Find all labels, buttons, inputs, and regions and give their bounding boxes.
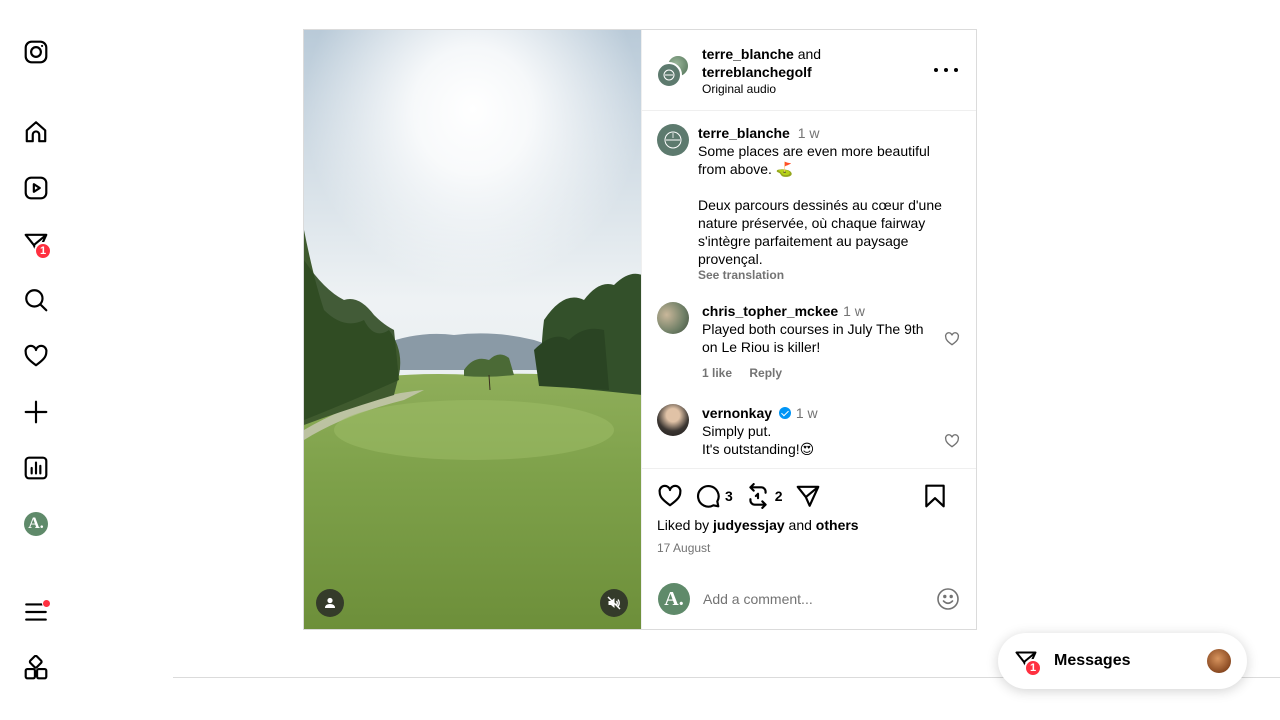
caption-text-1: Some places are even more beautiful from… <box>698 143 930 177</box>
liked-by-user-link[interactable]: judyessjay <box>713 517 785 533</box>
liked-by-joiner: and <box>788 517 812 533</box>
messages-label: Messages <box>1054 652 1131 669</box>
audio-link[interactable]: Original audio <box>702 81 821 98</box>
post-header: terre_blanche and terreblanchegolf Origi… <box>642 30 976 111</box>
messages-badge: 1 <box>1024 659 1042 677</box>
recent-contact-avatar <box>1207 649 1231 673</box>
comment-bubble-icon <box>697 485 720 508</box>
bookmark-icon <box>925 484 945 508</box>
caption-time[interactable]: 1 w <box>798 125 820 141</box>
collab-avatars[interactable] <box>656 54 692 90</box>
also-from-meta-icon[interactable] <box>22 654 50 682</box>
share-button[interactable] <box>795 483 821 509</box>
terre-blanche-logo-icon <box>664 131 682 149</box>
send-paper-plane-icon <box>796 485 819 507</box>
profile-avatar: A. <box>24 512 48 536</box>
person-icon <box>325 597 335 608</box>
caption-text-2: Deux parcours dessinés au cœur d'une nat… <box>698 197 942 267</box>
tagged-people-button[interactable] <box>316 589 344 617</box>
add-comment-bar: A. <box>642 569 976 629</box>
dot-2 <box>944 68 948 72</box>
comments-section: terre_blanche 1 w Some places are even m… <box>642 111 976 468</box>
comment-time[interactable]: 1 w <box>843 303 865 319</box>
mute-toggle-button[interactable] <box>600 589 628 617</box>
emoji-picker-icon[interactable] <box>936 587 960 611</box>
current-user-avatar: A. <box>658 583 690 615</box>
caption-username[interactable]: terre_blanche <box>698 125 790 141</box>
liked-by-others-link[interactable]: others <box>816 517 859 533</box>
verified-badge-icon <box>778 407 791 419</box>
create-plus-icon[interactable] <box>22 398 50 426</box>
comment-reply-button[interactable]: Reply <box>749 366 782 380</box>
muted-speaker-icon <box>607 596 621 610</box>
post-video[interactable] <box>304 30 641 629</box>
terre-blanche-avatar <box>656 62 682 88</box>
like-button[interactable] <box>657 483 683 509</box>
like-comment-heart-icon[interactable] <box>944 433 960 449</box>
comment-likes-link[interactable]: 1 like <box>702 366 732 380</box>
reels-icon[interactable] <box>22 174 50 202</box>
search-icon[interactable] <box>22 286 50 314</box>
more-menu-notification-dot <box>42 599 51 608</box>
messages-button[interactable]: 1 Messages <box>998 633 1247 689</box>
comment-item: vernonkay 1 w Simply put. It's outstandi… <box>657 404 960 458</box>
authors-joiner: and <box>797 46 822 62</box>
dot-3 <box>954 68 958 72</box>
post-date[interactable]: 17 August <box>657 541 710 555</box>
comment-text-line-1: Simply put. <box>702 423 772 439</box>
comment-button[interactable]: 3 <box>695 483 733 509</box>
comment-text: Played both courses in July The 9th on L… <box>702 321 924 355</box>
post-card: terre_blanche and terreblanchegolf Origi… <box>303 29 977 630</box>
post-actions: 3 2 Liked by judyessjay and others 17 Au… <box>642 468 976 568</box>
post-side-panel: terre_blanche and terreblanchegolf Origi… <box>641 30 976 629</box>
repost-button[interactable]: 2 <box>745 483 783 509</box>
golf-course-scene <box>304 30 641 629</box>
comment-username[interactable]: chris_topher_mckee <box>702 303 838 319</box>
comment-item: chris_topher_mckee 1 w Played both cours… <box>657 302 960 382</box>
heart-icon <box>658 484 682 507</box>
post-caption: terre_blanche 1 w Some places are even m… <box>657 124 960 282</box>
liked-by-prefix: Liked by <box>657 517 710 533</box>
comment-username[interactable]: vernonkay <box>702 405 772 421</box>
post-options-button[interactable] <box>934 61 958 79</box>
comment-time[interactable]: 1 w <box>796 405 818 421</box>
comment-count: 3 <box>725 488 733 504</box>
dashboard-icon[interactable] <box>22 454 50 482</box>
instagram-logo-icon[interactable] <box>22 38 50 66</box>
left-navigation-rail: 1 A. <box>0 0 72 720</box>
post-authors: terre_blanche and terreblanchegolf Origi… <box>702 45 821 98</box>
repost-icon <box>749 483 767 509</box>
dot-1 <box>934 68 938 72</box>
author-link-terre-blanche[interactable]: terre_blanche <box>702 46 794 62</box>
like-comment-heart-icon[interactable] <box>944 331 960 347</box>
more-menu-icon[interactable] <box>22 598 51 626</box>
terre-blanche-logo-icon <box>663 69 675 81</box>
see-translation-link[interactable]: See translation <box>698 268 960 282</box>
repost-count: 2 <box>774 488 783 504</box>
comment-text-line-2: It's outstanding!😍 <box>702 441 815 457</box>
add-comment-input[interactable] <box>703 591 936 607</box>
direct-messages-icon[interactable]: 1 <box>22 230 52 260</box>
commenter-avatar[interactable] <box>657 404 689 436</box>
home-icon[interactable] <box>22 118 50 146</box>
save-button[interactable] <box>922 483 948 509</box>
commenter-avatar[interactable] <box>657 302 689 334</box>
author-link-terreblanchegolf[interactable]: terreblanchegolf <box>702 64 812 80</box>
caption-avatar[interactable] <box>657 124 689 156</box>
notifications-heart-icon[interactable] <box>22 342 50 370</box>
messages-icon-wrap: 1 <box>1014 649 1042 677</box>
direct-messages-badge: 1 <box>34 242 52 260</box>
liked-by-summary: Liked by judyessjay and others <box>657 517 859 533</box>
profile-avatar-icon[interactable]: A. <box>22 510 50 538</box>
